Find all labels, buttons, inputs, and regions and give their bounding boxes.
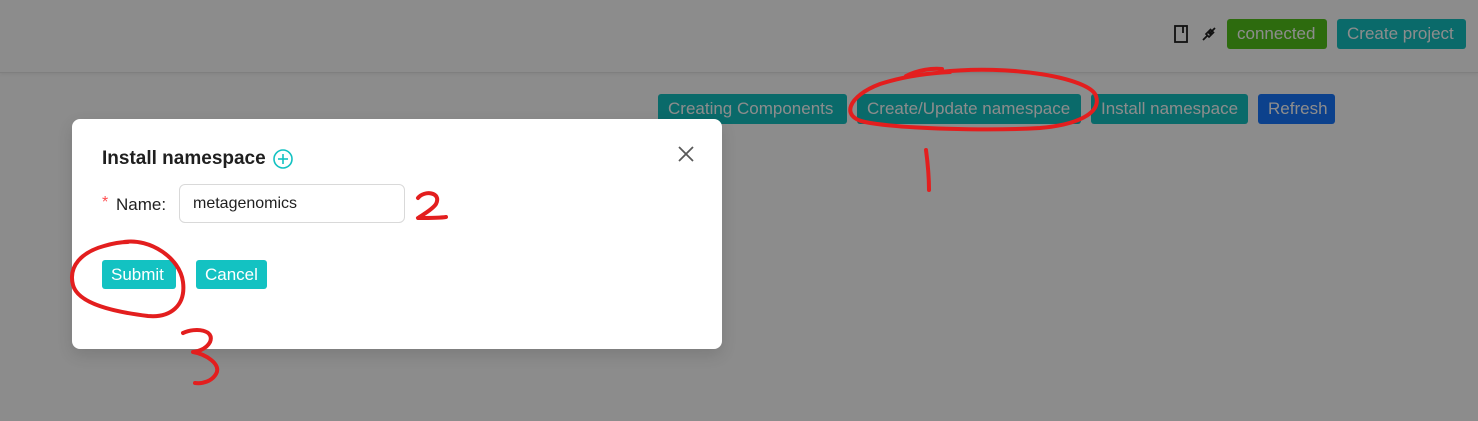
- name-input[interactable]: [179, 184, 405, 223]
- modal-title: Install namespace: [102, 148, 266, 169]
- cancel-button[interactable]: Cancel: [196, 260, 267, 289]
- close-icon[interactable]: [676, 144, 696, 164]
- name-form-row: * Name:: [102, 184, 502, 224]
- name-label: Name:: [116, 195, 167, 214]
- install-namespace-modal: Install namespace * Name: Submit Cancel: [72, 119, 722, 349]
- submit-button[interactable]: Submit: [102, 260, 176, 289]
- plus-circle-icon[interactable]: [272, 148, 294, 170]
- app-window: connected Create project Creating Compon…: [0, 0, 1478, 421]
- required-marker: *: [102, 194, 109, 211]
